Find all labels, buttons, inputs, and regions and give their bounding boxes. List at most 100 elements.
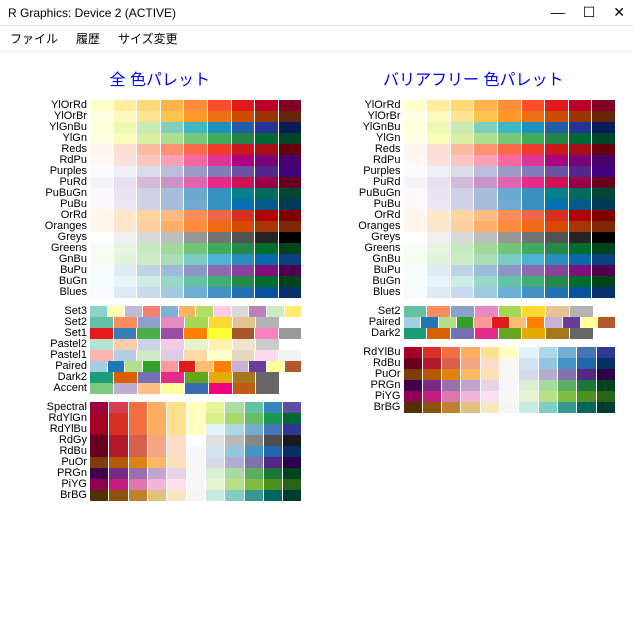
color-swatch (427, 254, 451, 265)
color-swatch (90, 468, 109, 479)
swatch-strip (404, 199, 616, 210)
color-swatch (592, 155, 615, 166)
color-swatch (404, 199, 428, 210)
color-swatch (569, 155, 593, 166)
color-swatch (232, 287, 256, 298)
color-swatch (137, 100, 161, 111)
color-swatch (592, 276, 615, 287)
color-swatch (264, 446, 283, 457)
menu-file[interactable]: ファイル (10, 30, 58, 47)
color-swatch (427, 111, 451, 122)
color-swatch (539, 369, 558, 380)
color-swatch (500, 369, 519, 380)
color-swatch (206, 457, 225, 468)
color-swatch (232, 199, 256, 210)
color-swatch (545, 221, 569, 232)
color-swatch (404, 232, 428, 243)
color-swatch (232, 361, 250, 372)
color-swatch (285, 306, 302, 317)
color-swatch (427, 166, 451, 177)
color-swatch (167, 413, 186, 424)
color-swatch (114, 210, 138, 221)
color-swatch (545, 155, 569, 166)
color-swatch (109, 402, 128, 413)
color-swatch (592, 221, 615, 232)
color-swatch (245, 490, 264, 501)
color-swatch (161, 166, 185, 177)
color-swatch (161, 144, 185, 155)
color-swatch (427, 243, 451, 254)
color-swatch (427, 122, 451, 133)
menu-resize[interactable]: サイズ変更 (118, 30, 178, 47)
color-swatch (499, 306, 523, 317)
color-swatch (114, 265, 138, 276)
maximize-icon[interactable]: ☐ (583, 4, 596, 21)
color-swatch (179, 361, 197, 372)
color-swatch (404, 144, 428, 155)
color-swatch (442, 347, 461, 358)
color-swatch (255, 122, 279, 133)
color-swatch (498, 210, 522, 221)
color-swatch (569, 221, 593, 232)
color-swatch (245, 402, 264, 413)
color-swatch (522, 133, 546, 144)
color-swatch (167, 468, 186, 479)
color-swatch (114, 339, 138, 350)
color-swatch (522, 188, 546, 199)
color-swatch (577, 380, 596, 391)
color-swatch (232, 188, 256, 199)
color-swatch (137, 328, 161, 339)
color-swatch (255, 232, 279, 243)
color-swatch (114, 317, 138, 328)
color-swatch (114, 254, 138, 265)
color-swatch (522, 328, 546, 339)
color-swatch (592, 133, 615, 144)
color-swatch (109, 446, 128, 457)
menu-history[interactable]: 履歴 (76, 30, 100, 47)
color-swatch (187, 402, 206, 413)
color-swatch (208, 221, 232, 232)
color-swatch (498, 111, 522, 122)
color-swatch (442, 358, 461, 369)
close-icon[interactable]: ✕ (613, 4, 625, 21)
color-swatch (185, 339, 209, 350)
color-swatch (161, 177, 185, 188)
color-swatch (500, 380, 519, 391)
color-swatch (451, 111, 475, 122)
color-swatch (427, 328, 451, 339)
color-swatch (114, 287, 138, 298)
color-swatch (161, 199, 185, 210)
color-swatch (423, 391, 442, 402)
color-swatch (255, 188, 279, 199)
color-swatch (451, 328, 475, 339)
color-swatch (179, 306, 197, 317)
color-swatch (569, 100, 593, 111)
color-swatch (167, 435, 186, 446)
color-swatch (527, 317, 545, 328)
color-swatch (279, 350, 302, 361)
color-swatch (137, 232, 161, 243)
color-swatch (232, 133, 256, 144)
color-swatch (214, 306, 232, 317)
color-swatch (232, 328, 256, 339)
color-swatch (225, 479, 244, 490)
color-swatch (545, 177, 569, 188)
color-swatch (196, 306, 214, 317)
color-swatch (474, 155, 498, 166)
color-swatch (451, 144, 475, 155)
color-swatch (109, 435, 128, 446)
color-swatch (597, 358, 615, 369)
color-swatch (474, 144, 498, 155)
color-swatch (498, 199, 522, 210)
color-swatch (264, 402, 283, 413)
color-swatch (255, 276, 279, 287)
minimize-icon[interactable]: — (551, 4, 565, 21)
color-swatch (279, 254, 302, 265)
color-swatch (184, 265, 208, 276)
swatch-strip (404, 306, 593, 317)
color-swatch (569, 133, 593, 144)
color-swatch (245, 446, 264, 457)
color-swatch (475, 306, 499, 317)
color-swatch (592, 188, 615, 199)
color-swatch (581, 317, 599, 328)
